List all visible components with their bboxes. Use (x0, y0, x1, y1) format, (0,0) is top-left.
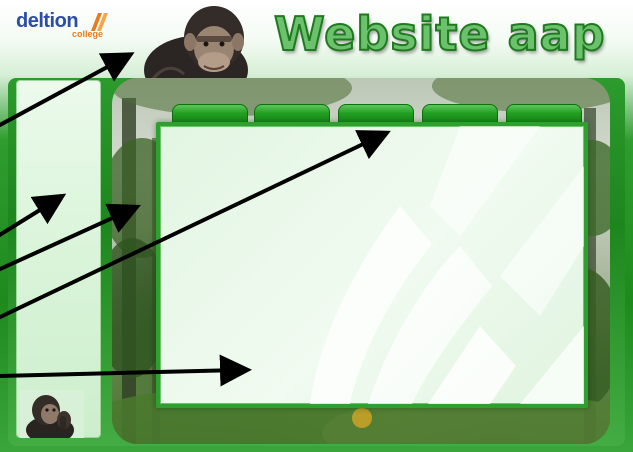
arrow-to-sidebar (0, 193, 67, 238)
arrow-to-nav-tabs (0, 130, 391, 320)
arrow-to-jungle-background (0, 203, 141, 272)
arrow-to-logo-image (0, 52, 135, 128)
arrow-to-content-panel (0, 354, 252, 387)
annotation-arrows (0, 52, 391, 387)
